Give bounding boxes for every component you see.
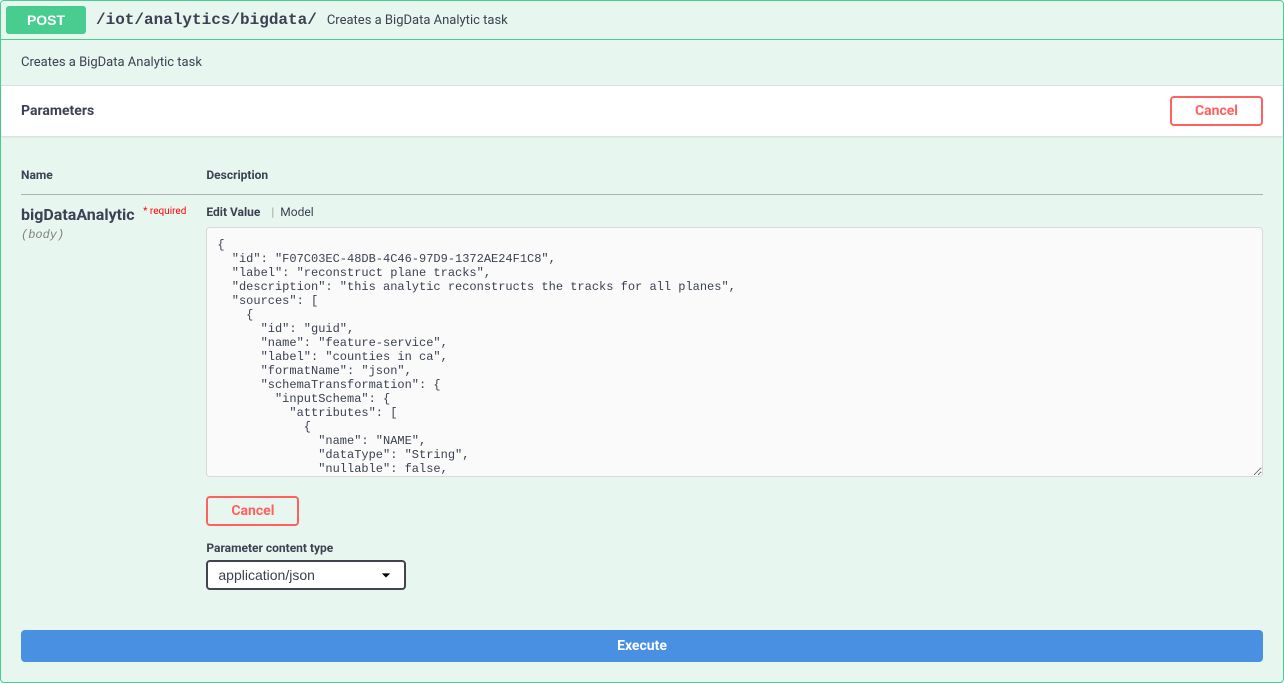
tab-edit-value[interactable]: Edit Value [206,205,265,219]
tab-separator: | [265,205,280,219]
execute-button[interactable]: Execute [21,630,1263,662]
param-name: bigDataAnalytic [21,205,135,224]
col-header-description: Description [206,156,1263,195]
cancel-button[interactable]: Cancel [1170,96,1263,126]
content-type-select[interactable]: application/json [206,560,406,590]
param-in: (body) [21,228,186,242]
param-cancel-button[interactable]: Cancel [206,496,299,526]
tab-model[interactable]: Model [280,205,318,219]
parameters-table: Name Description bigDataAnalytic * requi… [21,156,1263,600]
col-header-name: Name [21,156,206,195]
operation-summary-text: Creates a BigData Analytic task [327,13,508,28]
operation-block: POST /iot/analytics/bigdata/ Creates a B… [0,0,1284,683]
operation-path: /iot/analytics/bigdata/ [86,11,327,29]
operation-summary-row[interactable]: POST /iot/analytics/bigdata/ Creates a B… [1,1,1283,40]
parameters-container: Name Description bigDataAnalytic * requi… [1,136,1283,620]
body-param-textarea[interactable] [206,227,1263,477]
parameters-title: Parameters [21,103,94,119]
execute-wrapper: Execute [1,620,1283,682]
parameters-header: Parameters Cancel [1,86,1283,136]
method-badge: POST [6,6,86,34]
param-required-label: * required [138,206,186,217]
table-row: bigDataAnalytic * required (body) Edit V… [21,195,1263,601]
content-type-label: Parameter content type [206,541,1263,555]
param-tabs: Edit Value | Model [206,205,1263,219]
operation-description: Creates a BigData Analytic task [1,40,1283,86]
